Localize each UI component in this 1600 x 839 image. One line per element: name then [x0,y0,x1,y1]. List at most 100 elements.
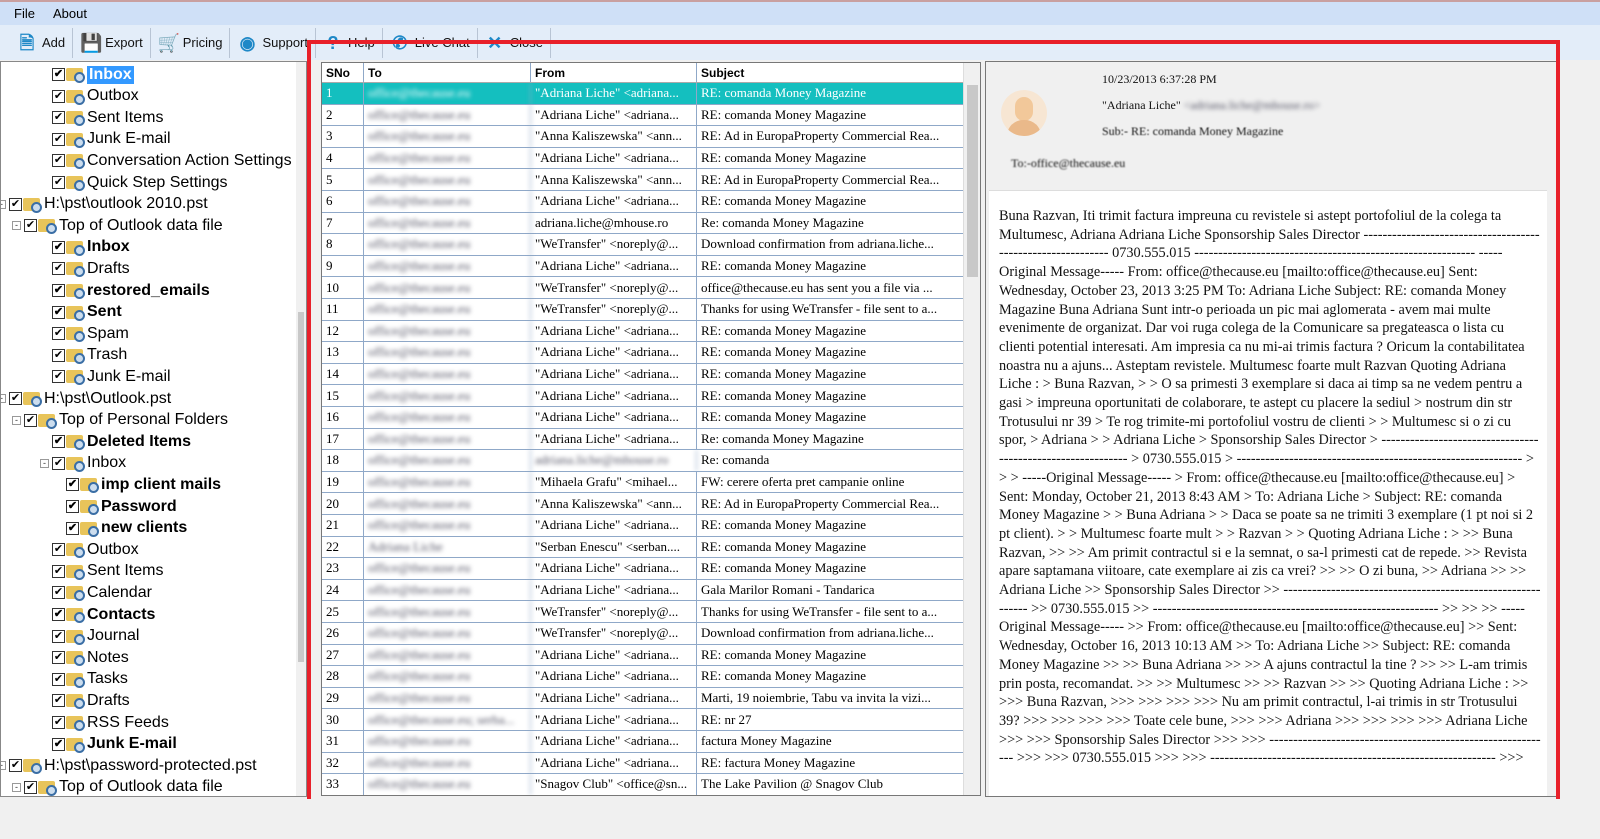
checkbox[interactable]: ✔ [52,132,65,146]
tree-toggle[interactable]: - [1,394,6,403]
column-header-sno[interactable]: SNo [322,63,364,82]
table-row[interactable]: 17 office@thecause.eu "Adriana Liche" <adr… [322,428,964,451]
live-chat-button[interactable]: ✆ Live Chat [383,27,478,58]
export-button[interactable]: 💾 Export [73,27,151,58]
table-row[interactable]: 7 office@thecause.eu adriana.liche@mhouse.… [322,212,964,235]
table-row[interactable]: 22 Adriana Liche "Serban Enescu" <serban..… [322,536,964,559]
tree-item[interactable]: ✔ RSS Feeds [52,712,169,733]
table-row[interactable]: 11 office@thecause.eu "WeTransfer" <norepl… [322,299,964,321]
support-button[interactable]: ◉ Support [230,27,317,58]
checkbox[interactable]: ✔ [52,89,65,103]
checkbox[interactable]: ✔ [52,370,65,384]
table-row[interactable]: 26 office@thecause.eu "WeTransfer" <norepl… [322,623,964,645]
table-row[interactable]: 16 office@thecause.eu "Adriana Liche" <adr… [322,407,964,429]
table-row[interactable]: 27 office@thecause.eu "Adriana Liche" <adr… [322,644,964,667]
checkbox[interactable]: ✔ [52,154,65,168]
tree-item[interactable]: ✔ Contacts [52,604,155,625]
tree-item[interactable]: ✔ restored_emails [52,280,210,301]
tree-item[interactable]: ✔ H:\pst\Outlook.pst [9,388,171,409]
table-row[interactable]: 28 office@thecause.eu "Adriana Liche" <adr… [322,666,964,688]
tree-item[interactable]: ✔ Drafts [52,690,130,711]
checkbox[interactable]: ✔ [52,176,65,189]
tree-toggle[interactable]: - [12,782,21,792]
help-button[interactable]: ? Help [316,27,383,58]
table-row[interactable]: 15 office@thecause.eu "Adriana Liche" <adr… [322,385,964,407]
tree-toggle[interactable]: - [1,199,6,209]
checkbox[interactable]: ✔ [66,521,79,535]
checkbox[interactable]: ✔ [52,111,65,125]
tree-item[interactable]: ✔ Top of Personal Folders [24,410,228,431]
table-row[interactable]: 31 office@thecause.eu "Adriana Liche" <adr… [322,731,964,753]
checkbox[interactable]: ✔ [52,262,65,276]
tree-toggle[interactable]: - [12,221,21,231]
tree-toggle[interactable]: - [40,458,49,468]
checkbox[interactable]: ✔ [52,694,65,708]
close-button[interactable]: ✕ Close [478,27,551,58]
table-row[interactable]: 2 office@thecause.eu "Adriana Liche" <adri… [322,104,964,127]
checkbox[interactable]: ✔ [52,564,65,578]
column-header-from[interactable]: From [531,63,697,82]
checkbox[interactable]: ✔ [9,392,22,405]
table-row[interactable]: 12 office@thecause.eu "Adriana Liche" <adr… [322,320,964,343]
checkbox[interactable]: ✔ [24,219,37,233]
tree-item[interactable]: ✔ Calendar [52,582,152,603]
column-header-subject[interactable]: Subject [697,63,964,82]
tree-item[interactable]: ✔ new clients [66,518,187,539]
tree-item[interactable]: ✔ Drafts [52,258,130,279]
tree-item[interactable]: ✔ Sent Items [52,107,163,128]
checkbox[interactable]: ✔ [52,240,65,254]
tree-item[interactable]: ✔ Outbox [52,539,139,560]
table-row[interactable]: 24 office@thecause.eu "Adriana Liche" <adr… [322,579,964,602]
table-row[interactable]: 14 office@thecause.eu "Adriana Liche" <adr… [322,363,964,386]
tree-item[interactable]: ✔ Journal [52,626,139,647]
tree-item[interactable]: ✔ Quick Step Settings [52,172,228,193]
table-row[interactable]: 6 office@thecause.eu "Adriana Liche" <adri… [322,191,964,213]
menu-file[interactable]: File [14,6,35,21]
tree-item[interactable]: ✔ H:\pst\outlook 2010.pst [9,194,208,215]
tree-item[interactable]: ✔ Notes [52,647,129,668]
checkbox[interactable]: ✔ [66,478,79,492]
tree-item[interactable]: ✔ Top of Outlook data file [24,777,223,796]
tree-item[interactable]: ✔ Spam [52,323,129,344]
pricing-button[interactable]: 🛒 Pricing [151,27,231,58]
checkbox[interactable]: ✔ [52,716,65,729]
tree-item[interactable]: ✔ imp client mails [66,474,221,495]
tree-item[interactable]: ✔ Deleted Items [52,431,191,452]
checkbox[interactable]: ✔ [52,327,65,341]
table-row[interactable]: 20 office@thecause.eu "Anna Kaliszewska" <… [322,493,964,515]
checkbox[interactable]: ✔ [9,197,22,211]
tree-scrollbar-thumb[interactable] [298,312,304,662]
tree-item[interactable]: ✔ Inbox [52,64,134,85]
column-header-to[interactable]: To [364,63,531,82]
tree-item[interactable]: ✔ Junk E-mail [52,129,171,150]
checkbox[interactable]: ✔ [52,651,65,665]
table-row[interactable]: 10 office@thecause.eu "WeTransfer" <norepl… [322,277,964,299]
tree-item[interactable]: ✔ Junk E-mail [52,734,177,755]
tree-scrollbar[interactable] [296,62,306,796]
checkbox[interactable]: ✔ [52,305,65,319]
table-row[interactable]: 18 office@thecause.eu adriana.liche@mhouse… [322,450,964,472]
menu-about[interactable]: About [53,6,87,21]
tree-item[interactable]: ✔ Outbox [52,86,139,107]
checkbox[interactable]: ✔ [52,68,65,81]
table-row[interactable]: 1 office@thecause.eu "Adriana Liche" <adri… [322,83,964,105]
table-row[interactable]: 5 office@thecause.eu "Anna Kaliszewska" <a… [322,169,964,191]
checkbox[interactable]: ✔ [24,780,37,794]
table-row[interactable]: 3 office@thecause.eu "Anna Kaliszewska" <a… [322,126,964,148]
table-row[interactable]: 21 office@thecause.eu "Adriana Liche" <adr… [322,515,964,537]
checkbox[interactable]: ✔ [52,348,65,362]
checkbox[interactable]: ✔ [52,543,65,557]
table-row[interactable]: 25 office@thecause.eu "WeTransfer" <norepl… [322,601,964,623]
tree-item[interactable]: ✔ Sent Items [52,561,163,582]
table-row[interactable]: 19 office@thecause.eu "Mihaela Grafu" <mih… [322,471,964,494]
checkbox[interactable]: ✔ [24,413,37,427]
checkbox[interactable]: ✔ [52,672,65,686]
table-row[interactable]: 13 office@thecause.eu "Adriana Liche" <adr… [322,342,964,364]
tree-item[interactable]: ✔ Tasks [52,669,128,690]
table-row[interactable]: 4 office@thecause.eu "Adriana Liche" <adri… [322,147,964,170]
email-list-scrollbar-thumb[interactable] [967,85,978,277]
checkbox[interactable]: ✔ [52,629,65,643]
checkbox[interactable]: ✔ [52,586,65,600]
add-button[interactable]: 🗎 Add [10,27,74,58]
checkbox[interactable]: ✔ [52,284,65,297]
